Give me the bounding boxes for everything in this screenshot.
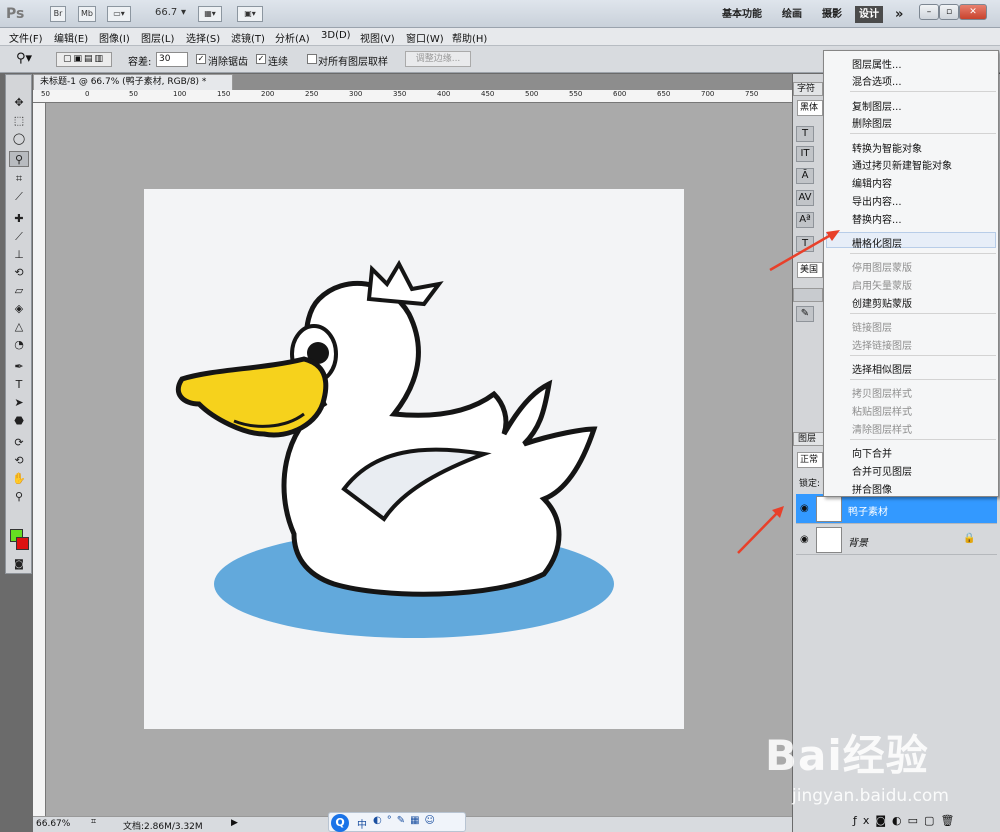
ime-logo-icon[interactable]: Q [331, 814, 349, 832]
arrow-to-rasterize [769, 230, 837, 272]
baidu-watermark-logo: Bai经验 [765, 731, 929, 780]
annotation-arrows [737, 230, 840, 554]
baidu-watermark-url: jingyan.baidu.com [792, 786, 949, 806]
ime-tool-icons[interactable]: ◐°✎▦☺ [373, 815, 440, 826]
ime-mode[interactable]: 中 [357, 816, 367, 831]
arrow-to-layer [737, 509, 781, 554]
ime-toolbar: Q 中 ◐°✎▦☺ [328, 812, 466, 832]
